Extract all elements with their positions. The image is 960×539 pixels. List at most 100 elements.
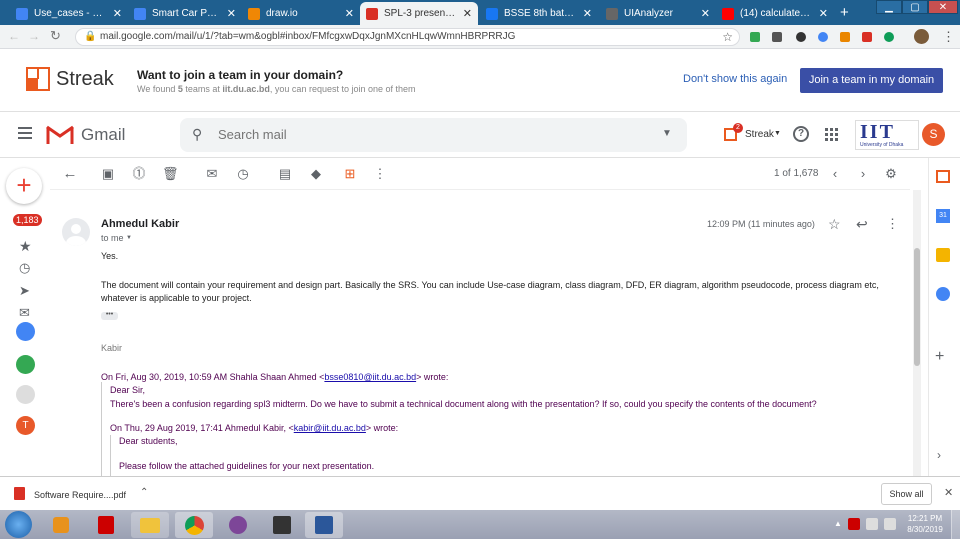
close-tab-icon[interactable]: ✕ [345,7,354,20]
compose-button[interactable]: + [6,168,42,204]
more-options-icon[interactable]: ⋮ [372,166,388,182]
taskbar-calendar-app[interactable] [263,512,301,538]
chevron-down-icon[interactable]: ▼ [774,130,781,137]
profile-avatar[interactable] [914,29,929,44]
new-tab-button[interactable]: + [840,4,849,21]
close-tab-icon[interactable]: ✕ [113,7,122,20]
label-icon[interactable]: ◆ [308,166,324,182]
message-more-icon[interactable]: ⋮ [886,216,899,232]
start-button[interactable] [5,511,32,538]
search-options-icon[interactable]: ▼ [662,128,672,139]
back-arrow-icon[interactable]: ← [8,29,20,43]
taskbar-media-player[interactable] [42,512,80,538]
report-spam-icon[interactable]: ⓵ [131,166,147,182]
extension-icon[interactable] [796,32,806,42]
star-icon[interactable]: ☆ [828,216,841,233]
drafts-icon[interactable]: ✉ [19,305,30,321]
hangouts-icon[interactable] [16,355,35,374]
join-team-button[interactable]: Join a team in my domain [800,68,943,93]
close-tab-icon[interactable]: ✕ [701,7,710,20]
delete-icon[interactable]: 🗑 [162,166,179,182]
download-file-name[interactable]: Software Require....pdf [34,490,126,500]
show-all-button[interactable]: Show all [881,483,932,505]
email-link[interactable]: kabir@iit.du.ac.bd [294,423,366,433]
close-tab-icon[interactable]: ✕ [583,7,592,20]
extension-icon[interactable] [884,32,894,42]
scrollbar-thumb[interactable] [914,248,920,366]
extension-icon[interactable] [750,32,760,42]
taskbar-word[interactable] [305,512,343,538]
tray-up-chevron-icon[interactable]: ▲ [834,519,842,528]
search-icon[interactable]: ⚲ [192,126,202,143]
starred-icon[interactable]: ★ [19,238,32,255]
streak-extension-icon[interactable] [840,32,850,42]
snoozed-clock-icon[interactable]: ◷ [19,260,30,276]
scrollbar[interactable] [913,190,921,476]
reply-icon[interactable]: ↩ [856,216,868,233]
back-to-inbox-icon[interactable]: ← [62,166,78,182]
taskbar-chrome[interactable] [175,512,213,538]
contact-avatar[interactable]: T [16,416,35,435]
browser-tab[interactable]: UIAnalyzer ✕ [600,2,716,25]
maximize-window-button[interactable]: ▢ [902,0,928,14]
chevron-up-icon[interactable]: ⌃ [140,487,148,498]
tray-clock-date[interactable]: 8/30/2019 [902,525,948,534]
close-tab-icon[interactable]: ✕ [819,7,828,20]
contact-avatar[interactable] [16,385,35,404]
address-bar[interactable]: 🔒 mail.google.com/mail/u/1/?tab=wm&ogbl#… [75,28,740,46]
taskbar-pdf-reader[interactable] [87,512,125,538]
apps-grid-icon[interactable] [825,128,838,141]
close-tab-icon[interactable]: ✕ [463,7,472,20]
bookmark-star-icon[interactable]: ☆ [722,29,733,45]
search-bar[interactable]: ⚲ ▼ [180,118,687,152]
network-icon[interactable] [866,518,878,530]
older-chevron-icon[interactable]: › [855,166,871,182]
account-avatar[interactable]: S [922,123,945,146]
browser-tab[interactable]: draw.io ✕ [242,2,360,25]
volume-icon[interactable] [884,518,896,530]
settings-gear-icon[interactable]: ⚙ [883,166,899,182]
close-window-button[interactable]: ✕ [928,0,958,14]
forward-arrow-icon[interactable]: → [28,29,40,43]
browser-tab[interactable]: Use_cases - Google✕ [10,2,128,25]
browser-tab[interactable]: Smart Car Parking /✕ [128,2,242,25]
email-link[interactable]: bsse0810@iit.du.ac.bd [324,372,416,382]
mark-unread-icon[interactable]: ✉ [204,166,220,182]
taskbar-file-explorer[interactable] [131,512,169,538]
tray-clock-time[interactable]: 12:21 PM [902,514,948,523]
add-ons-plus-icon[interactable]: + [935,348,944,366]
browser-tab-active[interactable]: SPL-3 presentation✕ [360,2,478,25]
reload-icon[interactable]: ↻ [50,28,61,44]
contacts-avatar-icon[interactable] [16,322,35,341]
tray-icon[interactable] [848,518,860,530]
streak-sidebar-icon[interactable] [936,170,950,183]
browser-tab[interactable]: (14) calculate dista✕ [716,2,834,25]
chrome-menu-icon[interactable]: ⋮ [942,29,955,45]
archive-icon[interactable]: ▣ [100,166,116,182]
close-downloads-icon[interactable]: ✕ [944,486,953,499]
browser-tab[interactable]: BSSE 8th batch, IIT✕ [480,2,598,25]
extension-icon[interactable] [772,32,782,42]
details-chevron-icon[interactable]: ▼ [126,235,132,241]
minimize-window-button[interactable]: ▁ [876,0,902,14]
close-tab-icon[interactable]: ✕ [227,7,236,20]
dont-show-again-link[interactable]: Don't show this again [683,73,787,85]
show-desktop-button[interactable] [951,510,960,539]
taskbar-tor[interactable] [219,512,257,538]
help-icon[interactable]: ? [793,126,809,142]
sent-icon[interactable]: ➤ [19,283,30,299]
streak-menu[interactable]: Streak [745,129,774,140]
search-input[interactable] [218,127,618,142]
calendar-icon[interactable]: 31 [936,209,950,223]
streak-box-icon[interactable]: ⊞ [342,166,358,182]
snooze-clock-icon[interactable]: ◷ [235,166,251,182]
keep-icon[interactable] [936,248,950,262]
move-to-icon[interactable]: ▤ [277,166,293,182]
main-menu-icon[interactable] [18,127,32,139]
tasks-icon[interactable] [936,287,950,301]
newer-chevron-icon[interactable]: ‹ [827,166,843,182]
extension-icon[interactable] [862,32,872,42]
expand-panel-icon[interactable]: › [937,448,941,462]
extension-icon[interactable] [818,32,828,42]
show-trimmed-content-button[interactable]: ••• [101,311,118,320]
